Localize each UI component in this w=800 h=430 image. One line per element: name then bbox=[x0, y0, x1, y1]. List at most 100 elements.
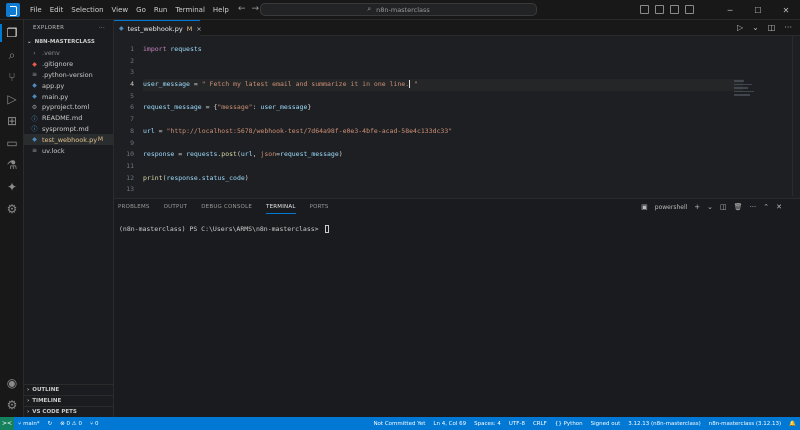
menu-help[interactable]: Help bbox=[209, 6, 233, 14]
branch-indicator[interactable]: ⑂ main* bbox=[14, 421, 44, 427]
command-center[interactable]: ⌕ n8n-masterclass bbox=[260, 3, 537, 16]
maximize-icon[interactable]: ☐ bbox=[744, 6, 772, 15]
more-actions-icon[interactable]: ··· bbox=[784, 23, 792, 32]
file-name: README.md bbox=[42, 114, 83, 123]
account-icon[interactable]: ◉ bbox=[4, 375, 20, 391]
keyword-token: import bbox=[143, 45, 167, 53]
explorer-icon[interactable]: ❐ bbox=[4, 25, 20, 41]
menu-selection[interactable]: Selection bbox=[67, 6, 107, 14]
menu-terminal[interactable]: Terminal bbox=[171, 6, 209, 14]
sidebar-sections: › OUTLINE › TIMELINE › VS CODE PETS bbox=[24, 384, 114, 417]
file-name: pyproject.toml bbox=[42, 103, 90, 112]
toggle-secondary-sidebar-icon[interactable] bbox=[670, 5, 679, 14]
source-control-icon[interactable]: ⑂ bbox=[4, 69, 20, 85]
timeline-section[interactable]: › TIMELINE bbox=[24, 395, 114, 406]
menu-view[interactable]: View bbox=[108, 6, 133, 14]
close-panel-icon[interactable]: ✕ bbox=[776, 203, 782, 211]
remote-explorer-icon[interactable]: ▭ bbox=[4, 135, 20, 151]
ports-indicator[interactable]: ⑂ 0 bbox=[86, 421, 103, 427]
encoding-status[interactable]: UTF-8 bbox=[505, 421, 529, 427]
indentation-status[interactable]: Spaces: 4 bbox=[470, 421, 505, 427]
terminal-output[interactable]: (n8n-masterclass) PS C:\Users\ARMS\n8n-m… bbox=[119, 225, 329, 233]
git-file-icon: ◆ bbox=[32, 60, 37, 68]
remote-indicator-icon[interactable]: >< bbox=[0, 417, 14, 430]
eol-status[interactable]: CRLF bbox=[529, 421, 551, 427]
file-tree-item[interactable]: ⓘ sysprompt.md bbox=[24, 124, 113, 135]
chevron-down-icon[interactable]: ⌄ bbox=[707, 203, 713, 211]
minimize-icon[interactable]: ─ bbox=[716, 6, 744, 15]
trash-icon[interactable]: 🗑 bbox=[734, 203, 743, 211]
testing-icon[interactable]: ⚗ bbox=[4, 157, 20, 173]
tab-terminal[interactable]: TERMINAL bbox=[266, 204, 296, 214]
extensions-icon[interactable]: ⊞ bbox=[4, 113, 20, 129]
terminal-shell-label[interactable]: powershell bbox=[655, 204, 688, 211]
variable-token: request_message bbox=[280, 150, 339, 159]
file-tree-item-active[interactable]: ◆ test_webhook.py M bbox=[24, 134, 113, 146]
window-controls: ─ ☐ ✕ bbox=[716, 0, 800, 20]
tab-ports[interactable]: PORTS bbox=[310, 204, 329, 214]
more-actions-icon[interactable]: ··· bbox=[750, 203, 757, 211]
code-line-current: user_message = " Fetch my latest email a… bbox=[143, 79, 743, 91]
account-status[interactable]: Signed out bbox=[587, 421, 625, 427]
new-terminal-icon[interactable]: + bbox=[694, 203, 700, 211]
string-token: " bbox=[410, 80, 418, 89]
string-token: " Fetch my latest email and summarize it… bbox=[201, 80, 410, 89]
back-arrow-icon[interactable]: ← bbox=[238, 4, 252, 14]
language-mode[interactable]: {} Python bbox=[551, 421, 587, 427]
module-token: requests bbox=[166, 45, 202, 53]
close-tab-icon[interactable]: × bbox=[196, 25, 201, 33]
variable-token: user_message bbox=[143, 80, 190, 89]
toggle-panel-icon[interactable] bbox=[655, 5, 664, 14]
python-environment[interactable]: n8n-masterclass (3.12.13) bbox=[705, 421, 785, 427]
workspace-folder[interactable]: ⌄ N8N-MASTERCLASS bbox=[24, 36, 113, 48]
git-blame-status[interactable]: Not Committed Yet bbox=[369, 421, 429, 427]
more-actions-icon[interactable]: ··· bbox=[99, 25, 105, 31]
chevron-down-icon: ⌄ bbox=[27, 39, 32, 45]
tab-debug-console[interactable]: DEBUG CONSOLE bbox=[201, 204, 252, 214]
python-interpreter[interactable]: 3.12.13 (n8n-masterclass) bbox=[624, 421, 704, 427]
containers-icon[interactable]: ⚙ bbox=[4, 201, 20, 217]
menu-file[interactable]: File bbox=[26, 6, 46, 14]
problems-indicator[interactable]: ⊗ 0 ⚠ 0 bbox=[56, 421, 86, 427]
file-tree-item[interactable]: ⓘ README.md bbox=[24, 113, 113, 124]
file-tree-item[interactable]: ⚙ pyproject.toml bbox=[24, 102, 113, 113]
file-tree-item[interactable]: › .venv bbox=[24, 48, 113, 59]
file-tree-item[interactable]: ≡ uv.lock bbox=[24, 145, 113, 156]
line-number: 2 bbox=[130, 56, 134, 65]
status-left: >< ⑂ main* ↻ ⊗ 0 ⚠ 0 ⑂ 0 bbox=[0, 417, 103, 430]
settings-gear-icon[interactable]: ⚙ bbox=[4, 397, 20, 413]
maximize-panel-icon[interactable]: ⌃ bbox=[763, 203, 769, 211]
file-tree-item[interactable]: ≡ .python-version bbox=[24, 70, 113, 81]
cursor-position[interactable]: Ln 4, Col 69 bbox=[429, 421, 470, 427]
notifications-bell-icon[interactable]: 🔔 bbox=[785, 421, 800, 427]
vscode-pets-section[interactable]: › VS CODE PETS bbox=[24, 406, 114, 417]
tab-test-webhook[interactable]: ◆ test_webhook.py M × bbox=[114, 20, 202, 36]
run-debug-icon[interactable]: ▷ bbox=[4, 91, 20, 107]
close-icon[interactable]: ✕ bbox=[772, 6, 800, 15]
search-icon[interactable]: ⌕ bbox=[4, 47, 20, 63]
chevron-right-icon: › bbox=[27, 387, 30, 393]
menu-go[interactable]: Go bbox=[132, 6, 150, 14]
chevron-down-icon[interactable]: ⌄ bbox=[752, 23, 759, 32]
customize-layout-icon[interactable] bbox=[685, 5, 694, 14]
sync-icon[interactable]: ↻ bbox=[44, 421, 57, 427]
menu-run[interactable]: Run bbox=[150, 6, 171, 14]
run-file-icon[interactable]: ▷ bbox=[737, 23, 743, 32]
split-terminal-icon[interactable]: ◫ bbox=[720, 203, 727, 211]
file-tree-item[interactable]: ◆ main.py bbox=[24, 91, 113, 102]
tab-output[interactable]: OUTPUT bbox=[164, 204, 188, 214]
editor-scrollbar[interactable] bbox=[792, 36, 800, 196]
outline-section[interactable]: › OUTLINE bbox=[24, 384, 114, 395]
toggle-sidebar-icon[interactable] bbox=[640, 5, 649, 14]
tab-problems[interactable]: PROBLEMS bbox=[118, 204, 150, 214]
menu-edit[interactable]: Edit bbox=[46, 6, 68, 14]
split-editor-icon[interactable]: ◫ bbox=[768, 23, 776, 32]
file-tree-item[interactable]: ◆ app.py bbox=[24, 80, 113, 91]
minimap[interactable] bbox=[734, 80, 756, 98]
file-tree-item[interactable]: ◆ .gitignore bbox=[24, 59, 113, 70]
operator-token: } bbox=[307, 103, 312, 112]
code-editor[interactable]: 1 2 3 4 5 6 7 8 9 10 11 12 13 import req… bbox=[114, 36, 800, 196]
copilot-icon[interactable]: ✦ bbox=[4, 179, 20, 195]
section-label: OUTLINE bbox=[32, 387, 60, 393]
